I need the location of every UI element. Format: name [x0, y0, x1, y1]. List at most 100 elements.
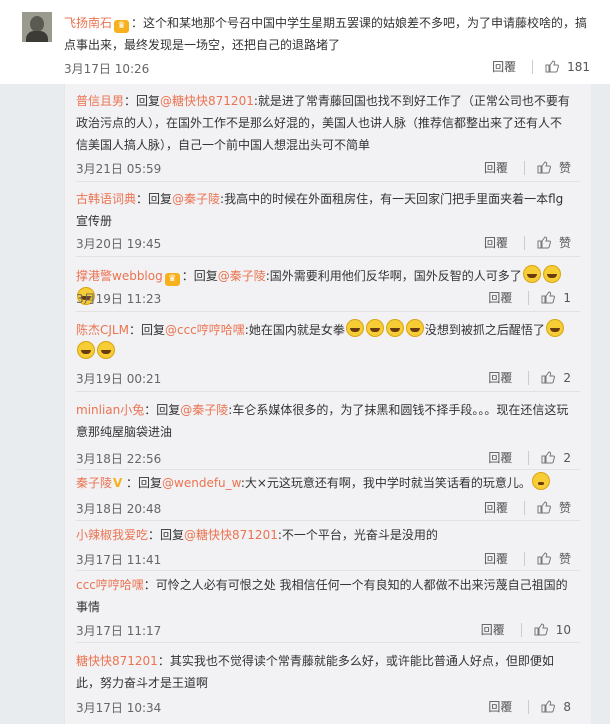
username-link[interactable]: 糖快快871201 [76, 654, 158, 668]
reply-body-cont: 没想到被抓之后醒悟了 [424, 323, 545, 337]
username-link[interactable]: 撑港警webblog [76, 269, 163, 283]
mention-link[interactable]: @ccc哼哼哈嘿 [165, 323, 245, 337]
thumbs-up-icon[interactable] [541, 291, 556, 304]
reply-actions: 回覆 2 [488, 369, 571, 386]
username-link[interactable]: 陈杰CJLM [76, 323, 129, 337]
thumbs-up-icon[interactable] [537, 236, 551, 249]
reply-prefix: ：回复 [124, 94, 161, 108]
reply-button[interactable]: 回覆 [488, 369, 512, 386]
username-link[interactable]: 秦子陵 [76, 476, 112, 490]
divider [532, 59, 534, 74]
username-link[interactable]: 普信且男 [76, 94, 124, 108]
reply-date: 3月19日 00:21 [76, 372, 162, 386]
divider [528, 290, 530, 305]
divider [523, 235, 525, 250]
reply-date: 3月18日 20:48 [76, 502, 162, 516]
divider [76, 256, 580, 257]
divider [528, 450, 530, 465]
reply-item: 普信且男：回复@糖快快871201:就是进了常青藤回国也找不到好工作了（正常公司… [65, 84, 591, 182]
mention-link[interactable]: @wendefu_w [162, 476, 241, 490]
like-count: 181 [567, 59, 590, 74]
replies-panel: 普信且男：回复@糖快快871201:就是进了常青藤回国也找不到好工作了（正常公司… [64, 84, 591, 724]
thumbs-up-icon[interactable] [537, 161, 551, 174]
divider [523, 551, 525, 566]
mention-link[interactable]: @秦子陵 [218, 269, 266, 283]
reply-date: 3月20日 19:45 [76, 237, 162, 251]
mention-link[interactable]: @糖快快871201 [160, 94, 254, 108]
reply-button[interactable]: 回覆 [484, 550, 508, 567]
reply-prefix: ：回复 [126, 476, 163, 490]
reply-date: 3月19日 11:23 [76, 292, 162, 306]
laughing-emoji-icon [405, 319, 424, 337]
laughing-emoji-icon [542, 265, 561, 283]
comment-text: 飞扬南石 ♛ ：这个和某地那个号召中国中学生星期五罢课的姑娘差不多吧，为了申请藤校啥… [64, 12, 589, 56]
like-count: 2 [563, 450, 571, 465]
like-count: 赞 [558, 552, 571, 566]
username-link[interactable]: minlian小兔 [76, 403, 144, 417]
thumbs-up-icon[interactable] [537, 501, 551, 514]
comment-actions: 回覆 181 [492, 58, 590, 75]
reply-text: 秦子陵V ：回复@wendefu_w:大×元这玩意还有啊，我中学时就当笑话看的玩意… [76, 472, 572, 494]
username-link[interactable]: 飞扬南石 [64, 16, 112, 30]
reply-actions: 回覆 1 [488, 289, 571, 306]
like-count: 赞 [558, 161, 571, 175]
comment-date: 3月17日 10:26 [64, 62, 150, 76]
like-count: 10 [555, 622, 571, 637]
reply-button[interactable]: 回覆 [484, 159, 508, 176]
divider [528, 699, 530, 714]
avatar[interactable] [22, 12, 52, 42]
thumbs-up-icon[interactable] [541, 371, 556, 384]
reply-text: 古韩语词典：回复@秦子陵:我高中的时候在外面租房住，有一天回家门把手里面夹着一本… [76, 188, 572, 232]
thinking-emoji-icon [531, 472, 550, 490]
mention-link[interactable]: @秦子陵 [180, 403, 228, 417]
reply-prefix: ：回复 [144, 403, 181, 417]
reply-date: 3月18日 22:56 [76, 452, 162, 466]
mention-link[interactable]: @秦子陵 [172, 192, 220, 206]
reply-button[interactable]: 回覆 [488, 289, 512, 306]
username-link[interactable]: 小辣椒我爱吃 [76, 528, 148, 542]
mention-link[interactable]: @糖快快871201 [184, 528, 278, 542]
reply-actions: 回覆 10 [481, 621, 571, 638]
thumbs-up-icon[interactable] [541, 451, 556, 464]
thumbs-up-icon[interactable] [545, 60, 560, 73]
divider [76, 391, 580, 392]
thumbs-up-icon[interactable] [537, 552, 551, 565]
divider [76, 642, 580, 643]
reply-item: minlian小兔：回复@秦子陵:车仑系媒体很多的，为了抹黑和圆钱不择手段。。。… [65, 393, 591, 470]
comment-body: ：这个和某地那个号召中国中学生星期五罢课的姑娘差不多吧，为了申请藤校啥的，搞点事… [64, 16, 588, 52]
reply-text: 陈杰CJLM：回复@ccc哼哼哈嘿:她在国内就是女拳 没想到被抓之后醒悟了 [76, 319, 572, 363]
reply-button[interactable]: 回覆 [488, 449, 512, 466]
thumbs-up-icon[interactable] [541, 700, 556, 713]
reply-button[interactable]: 回覆 [488, 698, 512, 715]
member-badge-icon: ♛ [114, 20, 130, 33]
divider [523, 160, 525, 175]
reply-button[interactable]: 回覆 [484, 499, 508, 516]
laughing-emoji-icon [345, 319, 364, 337]
member-badge-icon: ♛ [164, 273, 180, 286]
reply-date: 3月21日 05:59 [76, 162, 162, 176]
reply-item: 秦子陵V ：回复@wendefu_w:大×元这玩意还有啊，我中学时就当笑话看的玩意… [65, 470, 591, 521]
reply-item: 陈杰CJLM：回复@ccc哼哼哈嘿:她在国内就是女拳 没想到被抓之后醒悟了 3月1… [65, 313, 591, 392]
reply-date: 3月17日 10:34 [76, 701, 162, 715]
like-count: 2 [563, 370, 571, 385]
username-link[interactable]: ccc哼哼哈嘿 [76, 578, 144, 592]
thumbs-up-icon[interactable] [534, 623, 548, 636]
reply-actions: 回覆 2 [488, 449, 571, 466]
reply-button[interactable]: 回覆 [492, 58, 516, 75]
reply-text: ccc哼哼哈嘿：可怜之人必有可恨之处 我相信任何一个有良知的人都做不出来污蔑自己… [76, 574, 572, 618]
reply-actions: 回覆 赞 [484, 234, 571, 251]
reply-actions: 回覆 赞 [484, 159, 571, 176]
reply-body: :她在国内就是女拳 [244, 323, 345, 337]
reply-item: 小辣椒我爱吃：回复@糖快快871201:不一个平台，光奋斗是没用的 3月17日 … [65, 522, 591, 571]
like-count: 8 [563, 699, 571, 714]
laughing-emoji-icon [97, 341, 115, 359]
reply-body: ：可怜之人必有可恨之处 我相信任何一个有良知的人都做不出来污蔑自己祖国的事情 [76, 578, 568, 614]
reply-button[interactable]: 回覆 [481, 621, 505, 638]
reply-button[interactable]: 回覆 [484, 234, 508, 251]
laughing-emoji-icon [522, 265, 541, 283]
reply-body: :不一个平台，光奋斗是没用的 [277, 528, 438, 542]
laughing-emoji-icon [545, 319, 564, 337]
top-comment: 飞扬南石 ♛ ：这个和某地那个号召中国中学生星期五罢课的姑娘差不多吧，为了申请藤校啥… [0, 0, 610, 84]
username-link[interactable]: 古韩语词典 [76, 192, 136, 206]
reply-item: 撑港警webblog ♛ ：回复@秦子陵:国外需要利用他们反华啊，国外反智的人可多了… [65, 259, 591, 312]
